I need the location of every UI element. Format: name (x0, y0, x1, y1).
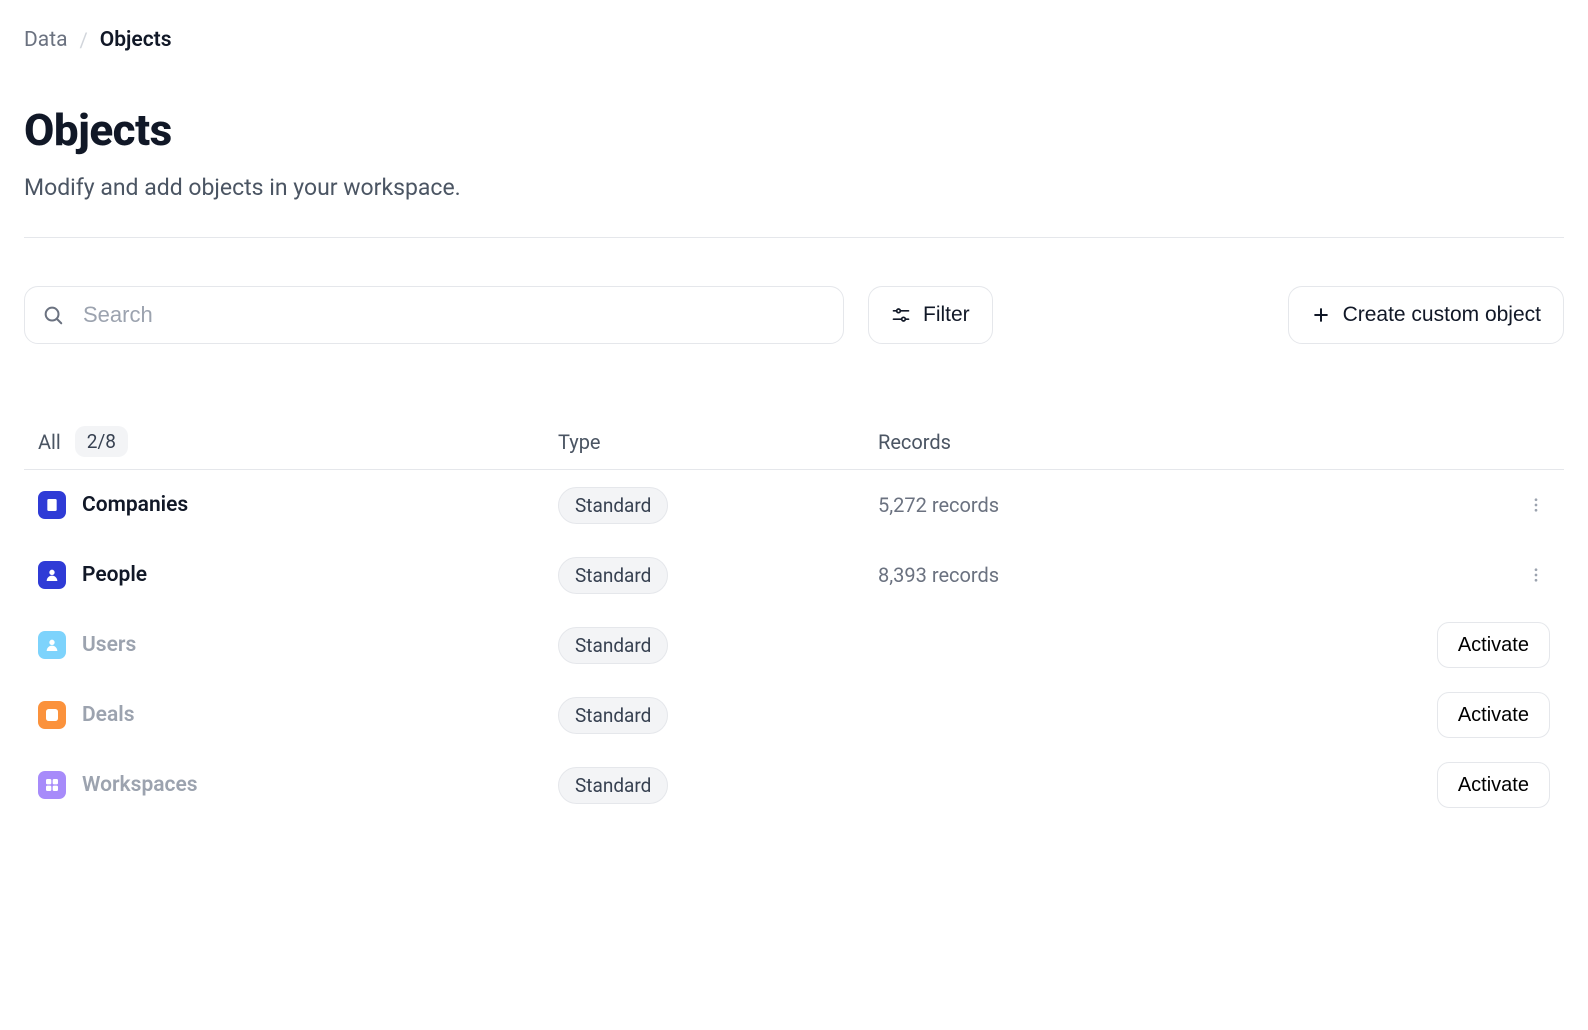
object-name-cell: People (38, 561, 558, 589)
grid-icon (38, 771, 66, 799)
dollar-icon (38, 701, 66, 729)
toolbar-spacer (1017, 286, 1264, 344)
filter-label: Filter (923, 303, 970, 327)
object-action-cell: Activate (1390, 622, 1550, 668)
object-type-cell: Standard (558, 697, 878, 734)
activate-button[interactable]: Activate (1437, 762, 1550, 808)
search-icon (42, 304, 64, 326)
type-badge: Standard (558, 487, 668, 524)
create-label: Create custom object (1343, 303, 1541, 327)
type-badge: Standard (558, 557, 668, 594)
more-menu-button[interactable] (1522, 491, 1550, 519)
object-name: Workspaces (82, 773, 198, 797)
filter-button[interactable]: Filter (868, 286, 993, 344)
object-type-cell: Standard (558, 557, 878, 594)
object-name: Companies (82, 493, 188, 517)
breadcrumb-current: Objects (100, 28, 172, 52)
person-icon (38, 631, 66, 659)
object-name-cell: Deals (38, 701, 558, 729)
object-name: Deals (82, 703, 135, 727)
building-icon (38, 491, 66, 519)
activate-button[interactable]: Activate (1437, 692, 1550, 738)
count-badge: 2/8 (75, 426, 128, 457)
more-menu-button[interactable] (1522, 561, 1550, 589)
toolbar: Filter Create custom object (24, 286, 1564, 344)
object-name-cell: Workspaces (38, 771, 558, 799)
column-type: Type (558, 430, 878, 454)
table-row[interactable]: Workspaces Standard Activate (24, 750, 1564, 820)
breadcrumb-parent[interactable]: Data (24, 28, 68, 52)
breadcrumb-separator: / (80, 28, 88, 52)
object-name: Users (82, 633, 136, 657)
objects-table: All 2/8 Type Records Companies Standard 5,… (24, 414, 1564, 820)
page-subtitle: Modify and add objects in your workspace… (24, 174, 1564, 201)
object-type-cell: Standard (558, 487, 878, 524)
create-custom-object-button[interactable]: Create custom object (1288, 286, 1564, 344)
table-row[interactable]: Companies Standard 5,272 records (24, 470, 1564, 540)
search-input[interactable] (24, 286, 844, 344)
object-action-cell (1390, 561, 1550, 589)
activate-button[interactable]: Activate (1437, 622, 1550, 668)
page-title: Objects (24, 104, 1564, 156)
plus-icon (1311, 305, 1331, 325)
search-field-wrap (24, 286, 844, 344)
type-badge: Standard (558, 627, 668, 664)
object-name: People (82, 563, 147, 587)
object-records-cell: 5,272 records (878, 493, 1390, 517)
type-badge: Standard (558, 767, 668, 804)
object-type-cell: Standard (558, 627, 878, 664)
divider (24, 237, 1564, 238)
table-row[interactable]: Users Standard Activate (24, 610, 1564, 680)
object-action-cell: Activate (1390, 692, 1550, 738)
sliders-icon (891, 305, 911, 325)
column-all-label: All (38, 430, 61, 454)
object-type-cell: Standard (558, 767, 878, 804)
table-header: All 2/8 Type Records (24, 414, 1564, 470)
object-action-cell: Activate (1390, 762, 1550, 808)
person-icon (38, 561, 66, 589)
column-records: Records (878, 430, 1390, 454)
breadcrumb: Data / Objects (24, 28, 1564, 52)
object-records-cell: 8,393 records (878, 563, 1390, 587)
table-row[interactable]: People Standard 8,393 records (24, 540, 1564, 610)
object-name-cell: Companies (38, 491, 558, 519)
type-badge: Standard (558, 697, 668, 734)
object-name-cell: Users (38, 631, 558, 659)
table-row[interactable]: Deals Standard Activate (24, 680, 1564, 750)
column-all[interactable]: All 2/8 (38, 426, 558, 457)
object-action-cell (1390, 491, 1550, 519)
